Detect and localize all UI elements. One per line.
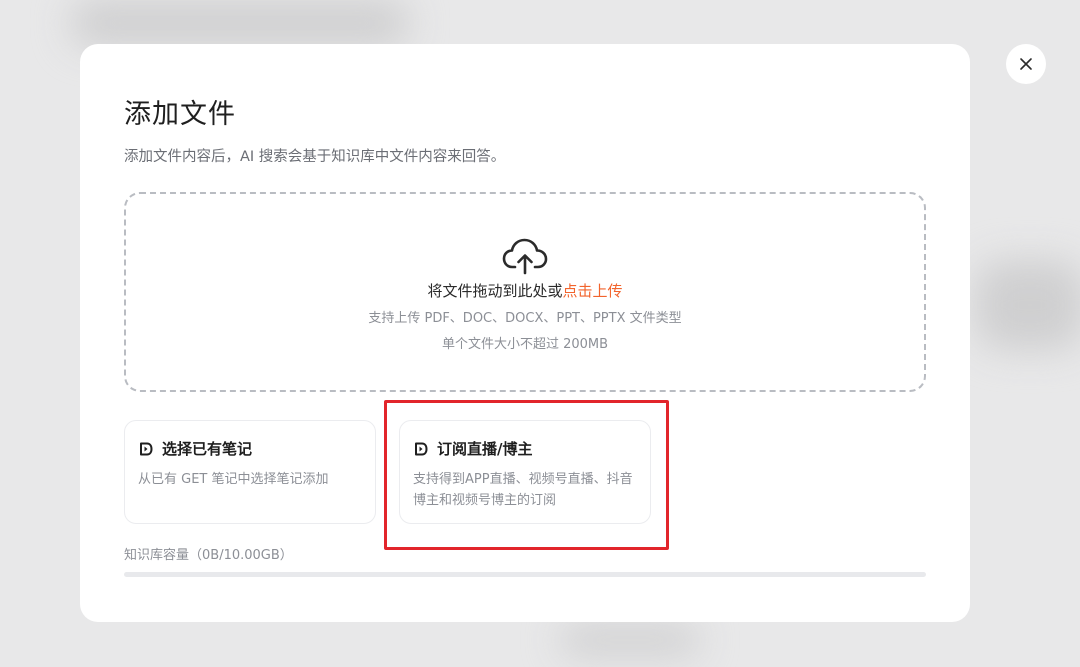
- card-description: 从已有 GET 笔记中选择笔记添加: [138, 472, 329, 487]
- cloud-upload-icon: [502, 238, 548, 275]
- supported-types: 支持上传 PDF、DOC、DOCX、PPT、PPTX 文件类型: [368, 311, 682, 326]
- card-description: 支持得到APP直播、视频号直播、抖音博主和视频号博主的订阅: [413, 472, 633, 508]
- capacity-progress-bar: [124, 572, 926, 577]
- dropzone-instruction: 将文件拖动到此处或点击上传: [126, 280, 924, 301]
- background-blur: [975, 260, 1080, 350]
- select-notes-card[interactable]: 选择已有笔记 从已有 GET 笔记中选择笔记添加: [124, 420, 376, 524]
- file-dropzone[interactable]: 将文件拖动到此处或点击上传 支持上传 PDF、DOC、DOCX、PPT、PPTX…: [124, 192, 926, 392]
- background-blur: [70, 0, 410, 46]
- close-button[interactable]: [1006, 44, 1046, 84]
- click-upload-link[interactable]: 点击上传: [563, 282, 623, 300]
- note-link-icon: [415, 442, 428, 455]
- modal-subtitle: 添加文件内容后，AI 搜索会基于知识库中文件内容来回答。: [124, 149, 506, 165]
- capacity-label: 知识库容量（0B/10.00GB）: [124, 548, 293, 563]
- card-header: 订阅直播/博主: [413, 438, 532, 459]
- card-title: 订阅直播/博主: [437, 440, 533, 458]
- note-link-icon: [140, 442, 153, 455]
- card-title: 选择已有笔记: [162, 440, 253, 458]
- modal-title: 添加文件: [124, 99, 236, 130]
- close-icon: [1020, 58, 1032, 70]
- size-limit: 单个文件大小不超过 200MB: [441, 337, 609, 352]
- card-header: 选择已有笔记: [138, 438, 252, 459]
- add-file-modal: 添加文件 添加文件内容后，AI 搜索会基于知识库中文件内容来回答。 将文件拖动到…: [80, 44, 970, 622]
- background-blur: [560, 625, 700, 655]
- subscribe-live-card[interactable]: 订阅直播/博主 支持得到APP直播、视频号直播、抖音博主和视频号博主的订阅: [399, 420, 651, 524]
- dropzone-instruction-text: 将文件拖动到此处或: [427, 282, 563, 300]
